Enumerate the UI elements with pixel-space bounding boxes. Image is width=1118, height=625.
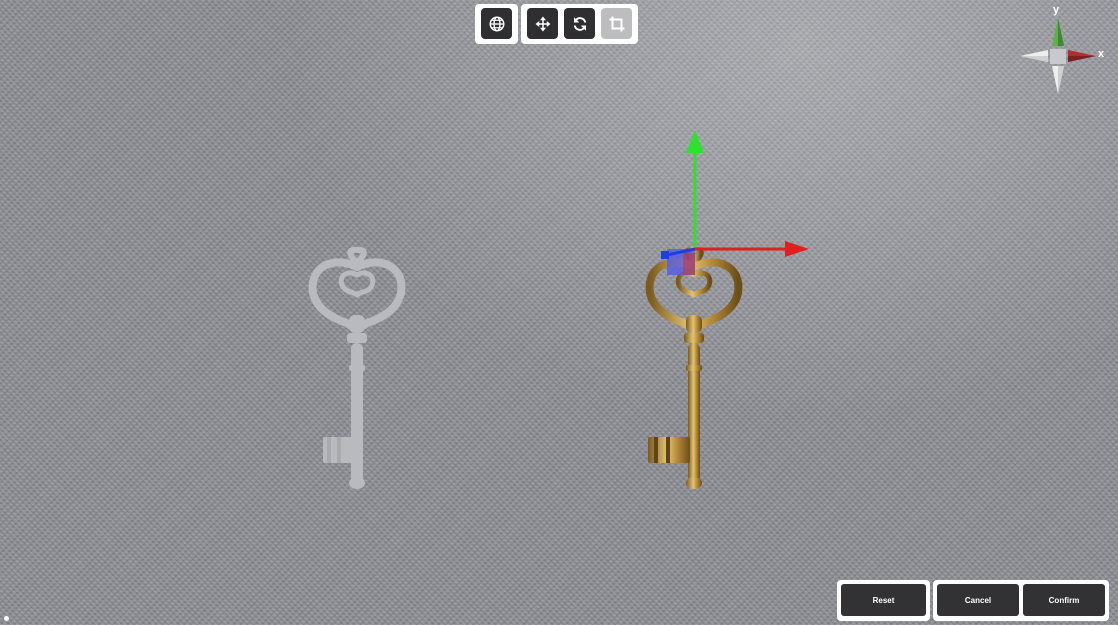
rotate-icon [573,16,586,31]
reset-group: Reset [837,580,930,621]
crop-icon [609,16,624,31]
ghost-key-model [308,246,406,489]
move-tool-button[interactable] [527,8,558,39]
globe-icon [489,16,504,31]
axis-y-label: y [1053,4,1060,16]
global-view-button[interactable] [481,8,512,39]
confirm-cancel-group: Cancel Confirm [933,580,1109,621]
gizmo-z-handle [661,251,669,259]
rotate-tool-button[interactable] [564,8,595,39]
status-indicator-dot [4,616,9,621]
axis-x-label: x [1098,48,1105,60]
crop-tool-button[interactable] [601,8,632,39]
gizmo-y-arrow [686,130,704,153]
cancel-button[interactable]: Cancel [937,584,1019,616]
gold-key-model[interactable] [640,245,750,495]
move-icon [535,16,550,31]
transform-toolbar [521,4,638,44]
reset-button[interactable]: Reset [841,584,926,616]
view-toolbar [475,4,518,44]
axis-orientation-gizmo[interactable]: y x [1018,4,1113,94]
confirm-button[interactable]: Confirm [1023,584,1105,616]
transform-gizmo[interactable] [655,125,815,275]
gizmo-x-arrow [785,241,809,257]
3d-viewport[interactable]: y x Reset Cancel Confirm [0,0,1118,625]
